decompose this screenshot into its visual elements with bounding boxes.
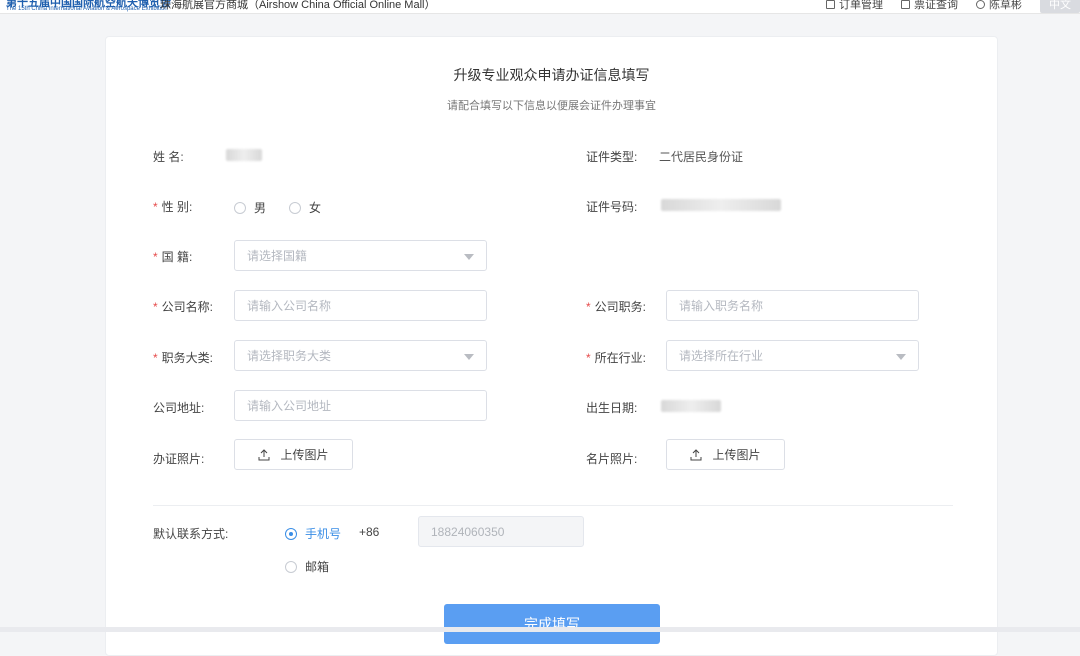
company-name-input[interactable]: 请输入公司名称 bbox=[234, 290, 487, 321]
industry-placeholder: 请选择所在行业 bbox=[679, 349, 764, 363]
id-number-label: 证件号码: bbox=[586, 200, 638, 214]
section-divider bbox=[153, 505, 953, 506]
phone-input[interactable]: 18824060350 bbox=[418, 516, 584, 547]
submit-button[interactable]: 完成填写 bbox=[444, 604, 660, 644]
radio-circle bbox=[234, 201, 246, 214]
upload-icon bbox=[258, 448, 270, 460]
nav-order-management[interactable]: 订单管理 bbox=[826, 0, 883, 12]
gender-female-label: 女 bbox=[309, 201, 322, 215]
chevron-down-icon bbox=[464, 354, 474, 360]
chevron-down-icon bbox=[896, 354, 906, 360]
bottom-bar bbox=[0, 627, 1080, 632]
id-photo-label: 办证照片: bbox=[153, 452, 205, 466]
radio-circle-checked bbox=[285, 527, 297, 540]
logo-en-text: The 15th China International Aviation & … bbox=[6, 6, 168, 12]
nav-user[interactable]: 陈草彬 bbox=[976, 0, 1022, 12]
required-mark: * bbox=[153, 250, 158, 264]
gender-female-radio[interactable]: 女 bbox=[289, 199, 321, 216]
site-logo[interactable]: 第十五届中国国际航空航天博览会 The 15th China Internati… bbox=[0, 0, 171, 13]
job-category-label: * 职务大类: bbox=[153, 349, 213, 366]
gender-label-text: 性 别: bbox=[161, 200, 193, 214]
contact-method-label: 默认联系方式: bbox=[153, 527, 229, 541]
company-address-input[interactable]: 请输入公司地址 bbox=[234, 390, 487, 421]
gender-label: * 性 别: bbox=[153, 198, 192, 215]
required-mark: * bbox=[153, 200, 158, 214]
nav-order-label: 订单管理 bbox=[839, 0, 883, 11]
job-title-input[interactable]: 请输入职务名称 bbox=[666, 290, 919, 321]
form-card: 升级专业观众申请办证信息填写 请配合填写以下信息以便展会证件办理事宜 姓 名: … bbox=[105, 36, 998, 656]
contact-phone-radio[interactable]: 手机号 bbox=[285, 525, 341, 542]
industry-select[interactable]: 请选择所在行业 bbox=[666, 340, 919, 371]
company-address-placeholder: 请输入公司地址 bbox=[247, 399, 332, 413]
name-label: 姓 名: bbox=[153, 150, 184, 164]
ticket-icon bbox=[901, 0, 910, 9]
order-icon bbox=[826, 0, 835, 9]
phone-prefix: +86 bbox=[359, 525, 380, 539]
nav-ticket-label: 票证查询 bbox=[914, 0, 958, 11]
site-title: 珠海航展官方商城（Airshow China Official Online M… bbox=[160, 0, 436, 11]
contact-email-radio[interactable]: 邮箱 bbox=[285, 558, 329, 575]
job-title-placeholder: 请输入职务名称 bbox=[679, 299, 764, 313]
nationality-placeholder: 请选择国籍 bbox=[247, 249, 308, 263]
top-nav: 订单管理 票证查询 陈草彬 中文 bbox=[826, 0, 1080, 13]
id-type-label: 证件类型: bbox=[586, 150, 638, 164]
upload-id-photo-button[interactable]: 上传图片 bbox=[234, 439, 353, 470]
card-photo-label: 名片照片: bbox=[586, 452, 638, 466]
upload-card-photo-button[interactable]: 上传图片 bbox=[666, 439, 785, 470]
chevron-down-icon bbox=[464, 254, 474, 260]
contact-email-label: 邮箱 bbox=[305, 560, 330, 574]
nationality-select[interactable]: 请选择国籍 bbox=[234, 240, 487, 271]
required-mark: * bbox=[586, 300, 591, 314]
gender-male-radio[interactable]: 男 bbox=[234, 199, 266, 216]
radio-circle bbox=[285, 560, 297, 573]
required-mark: * bbox=[153, 300, 158, 314]
nav-ticket-query[interactable]: 票证查询 bbox=[901, 0, 958, 12]
industry-label: * 所在行业: bbox=[586, 349, 646, 366]
job-title-label-text: 公司职务: bbox=[594, 300, 647, 314]
required-mark: * bbox=[586, 351, 591, 365]
birth-date-value-redacted bbox=[661, 400, 721, 412]
id-type-value: 二代居民身份证 bbox=[659, 150, 744, 164]
upload-card-photo-label: 上传图片 bbox=[712, 448, 761, 462]
radio-circle bbox=[289, 201, 301, 214]
id-number-value-redacted bbox=[661, 199, 781, 211]
company-name-label: * 公司名称: bbox=[153, 298, 213, 315]
industry-label-text: 所在行业: bbox=[594, 351, 647, 365]
birth-date-label: 出生日期: bbox=[586, 401, 638, 415]
gender-male-label: 男 bbox=[254, 201, 267, 215]
form-title: 升级专业观众申请办证信息填写 bbox=[453, 67, 650, 83]
name-value-redacted bbox=[226, 149, 262, 161]
form-subtitle: 请配合填写以下信息以便展会证件办理事宜 bbox=[447, 100, 656, 112]
contact-phone-label: 手机号 bbox=[305, 527, 342, 541]
job-category-label-text: 职务大类: bbox=[161, 351, 214, 365]
required-mark: * bbox=[153, 351, 158, 365]
nav-user-label: 陈草彬 bbox=[989, 0, 1022, 11]
upload-id-photo-label: 上传图片 bbox=[280, 448, 329, 462]
upload-icon bbox=[690, 448, 702, 460]
top-header: 第十五届中国国际航空航天博览会 The 15th China Internati… bbox=[0, 0, 1080, 14]
user-icon bbox=[976, 0, 985, 9]
company-name-placeholder: 请输入公司名称 bbox=[247, 299, 332, 313]
job-category-placeholder: 请选择职务大类 bbox=[247, 349, 332, 363]
nationality-label-text: 国 籍: bbox=[161, 250, 193, 264]
company-address-label: 公司地址: bbox=[153, 401, 205, 415]
job-title-label: * 公司职务: bbox=[586, 298, 646, 315]
language-button[interactable]: 中文 bbox=[1040, 0, 1080, 13]
nationality-label: * 国 籍: bbox=[153, 248, 192, 265]
job-category-select[interactable]: 请选择职务大类 bbox=[234, 340, 487, 371]
company-name-label-text: 公司名称: bbox=[161, 300, 214, 314]
